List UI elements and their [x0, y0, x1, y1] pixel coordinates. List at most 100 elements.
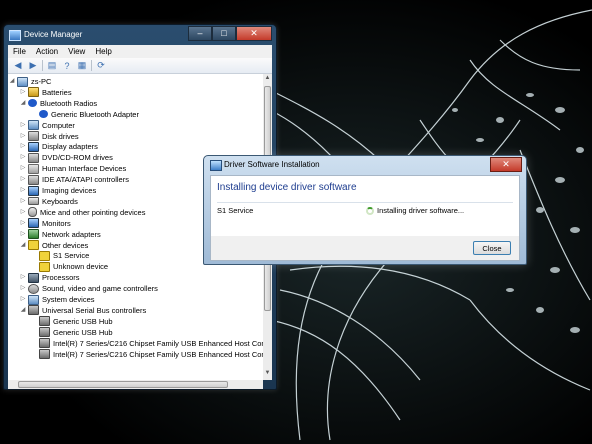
tree-item-label: Batteries: [42, 87, 72, 97]
tree-item-label: Imaging devices: [42, 186, 97, 195]
minimize-button[interactable]: –: [188, 26, 212, 41]
tree-item[interactable]: ▷ Computer: [19, 120, 75, 131]
expanded-arrow-icon[interactable]: ◢: [19, 305, 27, 316]
tree-item[interactable]: ◢ Universal Serial Bus controllers: [19, 305, 146, 316]
tree-item[interactable]: ◢ zs-PC: [8, 76, 51, 87]
tree-item-label: Generic USB Hub: [53, 316, 113, 326]
tree-item-label: IDE ATA/ATAPI controllers: [42, 175, 129, 185]
scroll-down-icon[interactable]: ▼: [263, 370, 272, 379]
tree-item[interactable]: ▷ System devices: [19, 294, 95, 305]
usb-icon: [39, 316, 50, 327]
tree-item[interactable]: Unknown device: [30, 261, 108, 272]
toolbar: ◀ ▶ ▤ ? ▦ ⟳: [8, 58, 272, 74]
device-manager-titlebar[interactable]: Device Manager – □ ✕: [4, 25, 276, 45]
tree-item[interactable]: ▷ Disk drives: [19, 131, 79, 142]
tree-item[interactable]: ▷ Processors: [19, 272, 80, 283]
tree-item[interactable]: ▷ Mice and other pointing devices: [19, 207, 145, 218]
busy-spinner-icon: [366, 206, 374, 215]
disk-icon: [28, 152, 39, 163]
tree-item[interactable]: ▷ Batteries: [19, 87, 72, 98]
maximize-button[interactable]: □: [212, 26, 236, 41]
driver-install-dialog[interactable]: Driver Software Installation ✕ Installin…: [203, 155, 527, 265]
device-manager-icon: [9, 30, 21, 41]
collapsed-arrow-icon[interactable]: ▷: [19, 87, 27, 98]
tree-item-label: Computer: [42, 120, 75, 130]
collapsed-arrow-icon[interactable]: ▷: [19, 120, 27, 131]
scan-hardware-icon[interactable]: ⟳: [95, 60, 107, 71]
mouse-icon: [28, 207, 37, 218]
tree-item[interactable]: Generic Bluetooth Adapter: [30, 109, 139, 120]
collapsed-arrow-icon[interactable]: ▷: [19, 218, 27, 229]
forward-arrow-icon[interactable]: ▶: [27, 60, 39, 71]
tree-item-label: zs-PC: [31, 77, 52, 86]
dialog-heading: Installing device driver software: [217, 182, 357, 193]
tree-item[interactable]: ▷ Display adapters: [19, 141, 98, 152]
collapsed-arrow-icon[interactable]: ▷: [19, 294, 27, 305]
tree-item[interactable]: ◢ Other devices: [19, 240, 88, 251]
menu-help[interactable]: Help: [90, 47, 116, 56]
collapsed-arrow-icon[interactable]: ▷: [19, 283, 27, 294]
menu-action[interactable]: Action: [31, 47, 63, 56]
scroll-up-icon[interactable]: ▲: [263, 75, 272, 84]
tree-item-label: Mice and other pointing devices: [40, 207, 146, 217]
help-icon[interactable]: ?: [61, 60, 73, 71]
tree-item[interactable]: ▷ DVD/CD-ROM drives: [19, 152, 113, 163]
properties-sheet-icon[interactable]: ▦: [76, 60, 88, 71]
tree-item-label: Sound, video and game controllers: [42, 284, 158, 294]
dialog-close-button[interactable]: ✕: [490, 157, 522, 172]
window-title: Device Manager: [24, 30, 83, 39]
tree-item[interactable]: Generic USB Hub: [30, 327, 113, 338]
collapsed-arrow-icon[interactable]: ▷: [19, 131, 27, 142]
collapsed-arrow-icon[interactable]: ▷: [19, 229, 27, 240]
tree-item[interactable]: ◢ Bluetooth Radios: [19, 98, 97, 109]
tree-item[interactable]: Generic USB Hub: [30, 316, 113, 327]
dialog-title: Driver Software Installation: [224, 160, 320, 169]
toolbar-separator: [42, 60, 43, 71]
tree-item-label: Intel(R) 7 Series/C216 Chipset Family US…: [53, 338, 263, 348]
collapsed-arrow-icon[interactable]: ▷: [19, 196, 27, 207]
collapsed-arrow-icon[interactable]: ▷: [19, 207, 27, 218]
dialog-footer: Close: [210, 236, 520, 261]
usb-icon: [39, 349, 50, 359]
horizontal-scrollbar[interactable]: [8, 380, 263, 389]
tree-item[interactable]: ▷ Human Interface Devices: [19, 163, 126, 174]
minimize-icon: –: [197, 28, 203, 38]
expanded-arrow-icon[interactable]: ◢: [19, 240, 27, 251]
close-dialog-button[interactable]: Close: [473, 241, 511, 255]
install-status-text: Installing driver software...: [377, 206, 465, 215]
horizontal-scroll-thumb[interactable]: [18, 381, 228, 388]
usb-icon: [39, 338, 50, 349]
menu-view[interactable]: View: [63, 47, 90, 56]
tree-item-label: Other devices: [42, 240, 89, 250]
usb-icon: [39, 327, 50, 338]
close-button[interactable]: ✕: [236, 26, 272, 41]
expanded-arrow-icon[interactable]: ◢: [19, 98, 27, 109]
disk-icon: [28, 131, 39, 141]
tree-item-label: System devices: [42, 295, 95, 304]
tree-item-label: Universal Serial Bus controllers: [42, 305, 147, 315]
tree-item[interactable]: Intel(R) 7 Series/C216 Chipset Family US…: [30, 349, 263, 360]
collapsed-arrow-icon[interactable]: ▷: [19, 163, 27, 174]
tree-item-label: S1 Service: [53, 251, 90, 261]
menu-file[interactable]: File: [8, 47, 31, 56]
tree-item-label: Monitors: [42, 218, 71, 228]
collapsed-arrow-icon[interactable]: ▷: [19, 141, 27, 152]
collapsed-arrow-icon[interactable]: ▷: [19, 185, 27, 196]
tree-item[interactable]: ▷ IDE ATA/ATAPI controllers: [19, 174, 129, 185]
collapsed-arrow-icon[interactable]: ▷: [19, 272, 27, 283]
tree-item-label: Unknown device: [53, 262, 109, 272]
warning-icon: [39, 250, 50, 261]
tree-item[interactable]: Intel(R) 7 Series/C216 Chipset Family US…: [30, 338, 263, 349]
display-icon: [28, 218, 39, 229]
collapsed-arrow-icon[interactable]: ▷: [19, 152, 27, 163]
expanded-arrow-icon[interactable]: ◢: [8, 76, 16, 87]
tree-item[interactable]: ▷ Network adapters: [19, 229, 101, 240]
tree-item[interactable]: S1 Service: [30, 250, 89, 261]
back-arrow-icon[interactable]: ◀: [12, 60, 24, 71]
properties-icon[interactable]: ▤: [46, 60, 58, 71]
tree-item[interactable]: ▷ Keyboards: [19, 196, 78, 207]
tree-item[interactable]: ▷ Sound, video and game controllers: [19, 283, 158, 294]
tree-item[interactable]: ▷ Monitors: [19, 218, 71, 229]
tree-item[interactable]: ▷ Imaging devices: [19, 185, 96, 196]
collapsed-arrow-icon[interactable]: ▷: [19, 174, 27, 185]
